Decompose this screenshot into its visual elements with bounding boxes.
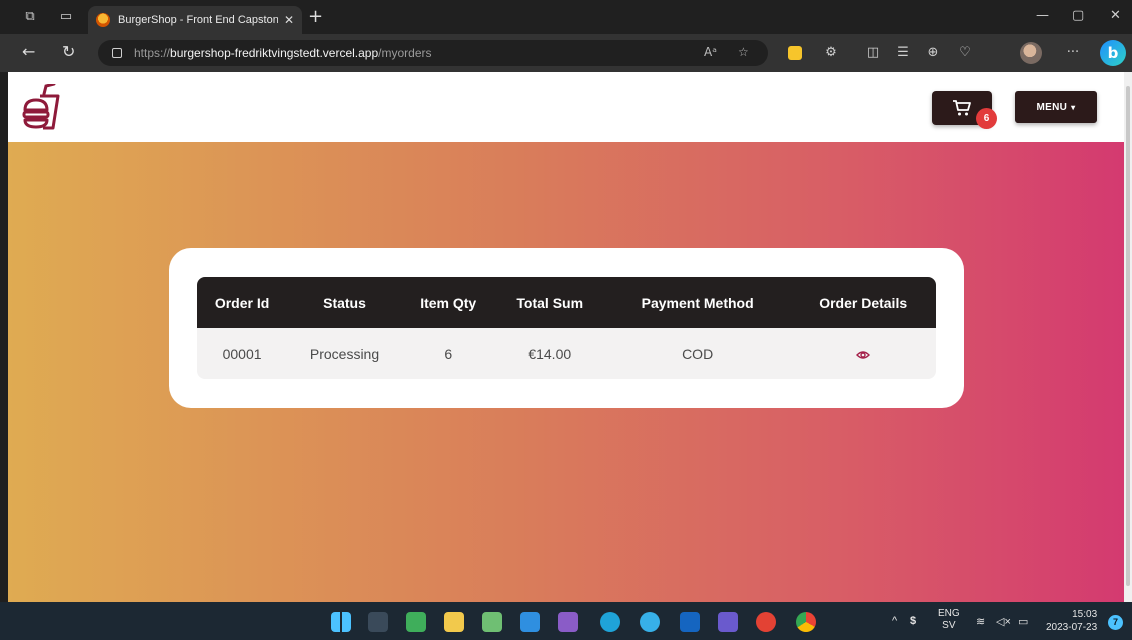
app-icon-8[interactable] [640,612,660,632]
tab-close-icon[interactable]: ✕ [284,13,294,27]
url-text: https://burgershop-fredriktvingstedt.ver… [134,46,431,60]
outlook-icon[interactable] [680,612,700,632]
favorites-list-icon[interactable]: ☰ [894,44,912,62]
vscode-icon[interactable] [520,612,540,632]
show-hidden-icons-icon[interactable]: ^ [892,615,897,627]
burger-logo-icon[interactable] [22,84,60,130]
orders-table-header: Order Id Status Item Qty Total Sum Payme… [197,277,936,328]
edge-icon[interactable] [600,612,620,632]
web-page: 6 MENU ▾ Order Id Status Item Qty Total … [8,72,1124,602]
clock-date: 2023-07-23 [1046,622,1098,633]
url-host: burgershop-fredriktvingstedt.vercel.app [170,46,379,60]
app-icon-1[interactable] [368,612,388,632]
url-path: /myorders [378,46,432,60]
language-indicator[interactable]: ENG SV [938,608,960,632]
orders-card: Order Id Status Item Qty Total Sum Payme… [169,248,964,408]
app-icon-4[interactable] [482,612,502,632]
cart-icon [953,100,971,116]
refresh-icon[interactable]: ↻ [62,43,75,61]
browser-tab[interactable]: BurgerShop - Front End Capstone ✕ [88,6,302,34]
visual-studio-icon[interactable] [558,612,578,632]
col-order-id: Order Id [214,294,270,311]
system-clock[interactable]: 15:03 2023-07-23 [1046,608,1097,634]
more-icon[interactable]: ··· [1064,44,1082,62]
eye-icon[interactable] [856,350,871,360]
window-close-icon[interactable]: ✕ [1110,8,1121,23]
total-sum-cell: €14.00 [528,345,572,362]
address-bar[interactable]: https://burgershop-fredriktvingstedt.ver… [98,40,768,66]
browser-tab-strip: ⧉ ▭ BurgerShop - Front End Capstone ✕ + … [0,0,1132,34]
browser-toolbar: ← ↻ https://burgershop-fredriktvingstedt… [0,34,1132,72]
url-prefix: https:// [134,46,171,60]
orders-hero-section: Order Id Status Item Qty Total Sum Payme… [8,142,1124,602]
tab-title: BurgerShop - Front End Capstone [118,14,278,26]
split-screen-icon[interactable]: ◫ [864,44,882,62]
scrollbar-thumb[interactable] [1126,86,1130,586]
burger-favicon-icon [96,13,110,27]
favorite-icon[interactable]: ☆ [738,45,749,59]
col-total-sum: Total Sum [516,294,584,311]
wifi-icon[interactable]: ≋ [976,615,985,628]
lang-top: ENG [938,608,960,619]
back-icon[interactable]: ← [22,43,35,61]
restore-icon[interactable]: ▢ [1072,8,1084,23]
menu-button[interactable]: MENU ▾ [1015,91,1097,123]
volume-icon[interactable]: ◁× [996,615,1011,628]
profile-avatar[interactable] [1020,42,1042,64]
teams-icon[interactable] [718,612,738,632]
battery-icon[interactable]: ▭ [1018,615,1028,628]
new-tab-button[interactable]: + [308,8,323,26]
app-icon-2[interactable] [406,612,426,632]
file-explorer-icon[interactable] [444,612,464,632]
extensions-puzzle-icon[interactable]: ⚙ [822,44,840,62]
lock-icon [112,48,122,58]
collections-icon[interactable]: ⊕ [924,44,942,62]
read-aloud-icon[interactable]: Aᵃ [704,45,717,59]
windows-taskbar: ^ $ ENG SV ≋ ◁× ▭ 15:03 2023-07-23 7 [0,602,1132,640]
notification-badge[interactable]: 7 [1108,615,1123,630]
col-status: Status [323,294,366,311]
start-icon[interactable] [331,612,351,632]
orders-table: Order Id Status Item Qty Total Sum Payme… [197,277,936,379]
menu-label: MENU [1036,101,1068,113]
item-qty-cell: 6 [444,345,453,362]
chrome-canary-icon[interactable] [756,612,776,632]
col-item-qty: Item Qty [420,294,477,311]
col-order-details: Order Details [819,294,908,311]
tab-actions-icon[interactable]: ▭ [56,8,76,26]
chevron-down-icon: ▾ [1071,102,1076,112]
order-details-cell [790,328,936,379]
tray-app-icon[interactable]: $ [910,615,916,627]
order-id-cell: 00001 [222,345,262,362]
extension-icon[interactable] [788,46,802,60]
cart-count-badge: 6 [976,108,997,129]
lang-bottom: SV [942,620,956,631]
table-row: 00001 Processing 6 €14.00 COD [197,328,936,379]
minimize-icon[interactable]: — [1036,8,1049,23]
chrome-icon[interactable] [796,612,816,632]
workspaces-icon[interactable]: ⧉ [20,8,40,26]
status-cell: Processing [309,345,380,362]
payment-method-cell: COD [682,345,714,362]
bing-chat-icon[interactable]: b [1100,40,1126,66]
page-scrollbar[interactable] [1124,72,1132,602]
clock-time: 15:03 [1072,609,1098,620]
col-payment-method: Payment Method [641,294,754,311]
site-header: 6 MENU ▾ [8,72,1124,142]
performance-icon[interactable]: ♡ [956,44,974,62]
